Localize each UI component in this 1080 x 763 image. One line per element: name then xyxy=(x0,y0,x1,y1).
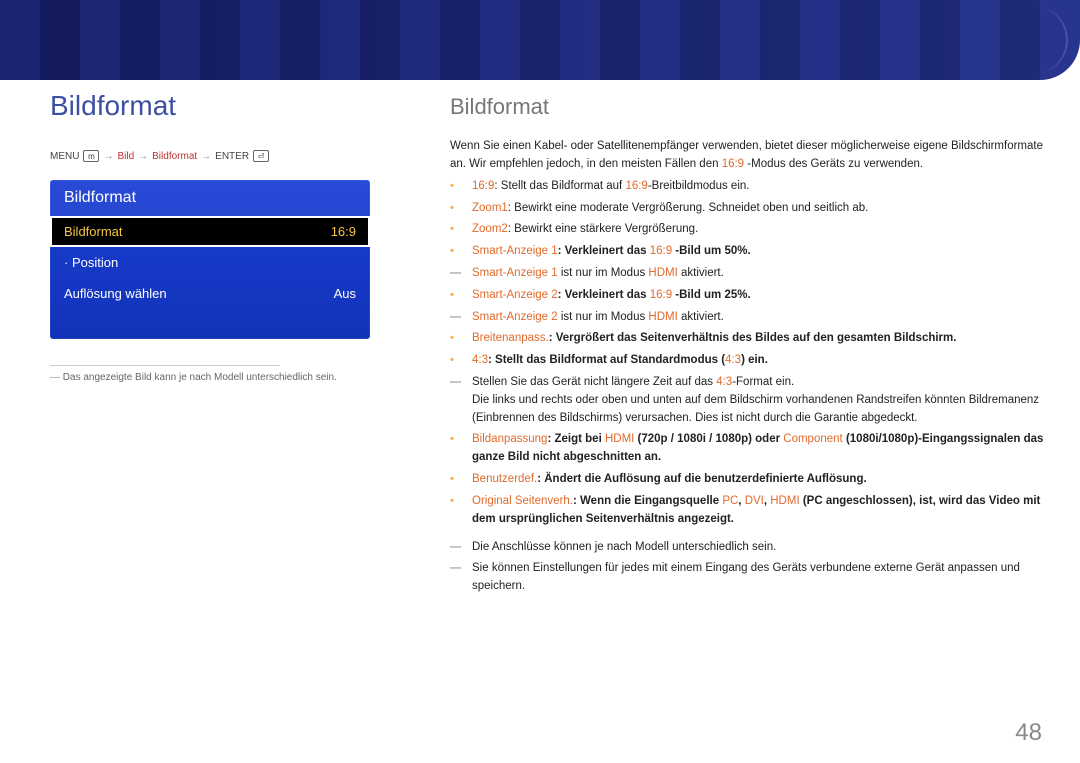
list-item: •Bildanpassung: Zeigt bei HDMI (720p / 1… xyxy=(450,431,1050,467)
dash-icon: ― xyxy=(450,309,466,327)
osd-row-label: Bildformat xyxy=(64,224,123,239)
osd-row-value: Aus xyxy=(334,286,356,301)
osd-row-label: Position xyxy=(64,255,118,270)
list-item: •Smart-Anzeige 1: Verkleinert das 16:9 -… xyxy=(450,243,1050,261)
bullet-icon: • xyxy=(450,431,466,467)
nav-step-1: Bild xyxy=(117,151,134,162)
enter-icon: ⏎ xyxy=(253,150,269,162)
list-item: •Original Seitenverh.: Wenn die Eingangs… xyxy=(450,493,1050,529)
bullet-icon: • xyxy=(450,352,466,370)
bullet-icon: • xyxy=(450,471,466,489)
list-item-note: ―Smart-Anzeige 2 ist nur im Modus HDMI a… xyxy=(450,309,1050,327)
closing-note: ―Sie können Einstellungen für jedes mit … xyxy=(450,560,1050,596)
list-item: •Breitenanpass.: Vergrößert das Seitenve… xyxy=(450,330,1050,348)
osd-row-aufloesung[interactable]: Auﬂösung wählen Aus xyxy=(50,278,370,309)
osd-row-position[interactable]: Position xyxy=(50,247,370,278)
arrow-icon: → xyxy=(201,151,211,162)
page-number: 48 xyxy=(1015,719,1042,747)
list-item: •Zoom1: Bewirkt eine moderate Vergrößeru… xyxy=(450,200,1050,218)
nav-enter: ENTER xyxy=(215,151,249,162)
list-item: •Smart-Anzeige 2: Verkleinert das 16:9 -… xyxy=(450,287,1050,305)
list-item: •Zoom2: Bewirkt eine stärkere Vergrößeru… xyxy=(450,221,1050,239)
bullet-icon: • xyxy=(450,221,466,239)
list-item-note: ―Stellen Sie das Gerät nicht längere Zei… xyxy=(450,374,1050,427)
divider xyxy=(50,365,280,366)
chapter-banner xyxy=(0,0,1080,80)
list-item-note: ―Smart-Anzeige 1 ist nur im Modus HDMI a… xyxy=(450,265,1050,283)
nav-step-2: Bildformat xyxy=(152,151,197,162)
bullet-icon: • xyxy=(450,330,466,348)
arrow-icon: → xyxy=(103,151,113,162)
list-item: •Benutzerdef.: Ändert die Auflösung auf … xyxy=(450,471,1050,489)
footnote: Das angezeigte Bild kann je nach Modell … xyxy=(50,372,420,383)
osd-title: Bildformat xyxy=(50,180,370,216)
bullet-icon: • xyxy=(450,493,466,529)
menu-icon: m xyxy=(83,150,99,162)
nav-menu: MENU xyxy=(50,151,79,162)
menu-path: MENU m → Bild → Bildformat → ENTER ⏎ xyxy=(50,150,420,162)
list-item: •16:9: Stellt das Bildformat auf 16:9-Br… xyxy=(450,178,1050,196)
bullet-icon: • xyxy=(450,200,466,218)
page-title: Bildformat xyxy=(50,90,420,122)
arrow-icon: → xyxy=(138,151,148,162)
section-title: Bildformat xyxy=(450,90,1050,124)
right-column: Bildformat Wenn Sie einen Kabel- oder Sa… xyxy=(450,90,1050,733)
osd-row-label: Auﬂösung wählen xyxy=(64,286,167,301)
closing-note: ―Die Anschlüsse können je nach Modell un… xyxy=(450,539,1050,557)
dash-icon: ― xyxy=(450,560,466,596)
dash-icon: ― xyxy=(450,265,466,283)
banner-curve xyxy=(1028,6,1068,74)
osd-row-bildformat[interactable]: Bildformat 16:9 xyxy=(50,216,370,247)
list-item: •4:3: Stellt das Bildformat auf Standard… xyxy=(450,352,1050,370)
bullet-icon: • xyxy=(450,178,466,196)
osd-panel: Bildformat Bildformat 16:9 Position Auﬂö… xyxy=(50,180,370,339)
dash-icon: ― xyxy=(450,374,466,427)
intro-text: Wenn Sie einen Kabel- oder Satellitenemp… xyxy=(450,138,1050,174)
bullet-icon: • xyxy=(450,243,466,261)
left-column: Bildformat MENU m → Bild → Bildformat → … xyxy=(50,90,420,733)
bullet-icon: • xyxy=(450,287,466,305)
dash-icon: ― xyxy=(450,539,466,557)
osd-row-value: 16:9 xyxy=(331,224,356,239)
